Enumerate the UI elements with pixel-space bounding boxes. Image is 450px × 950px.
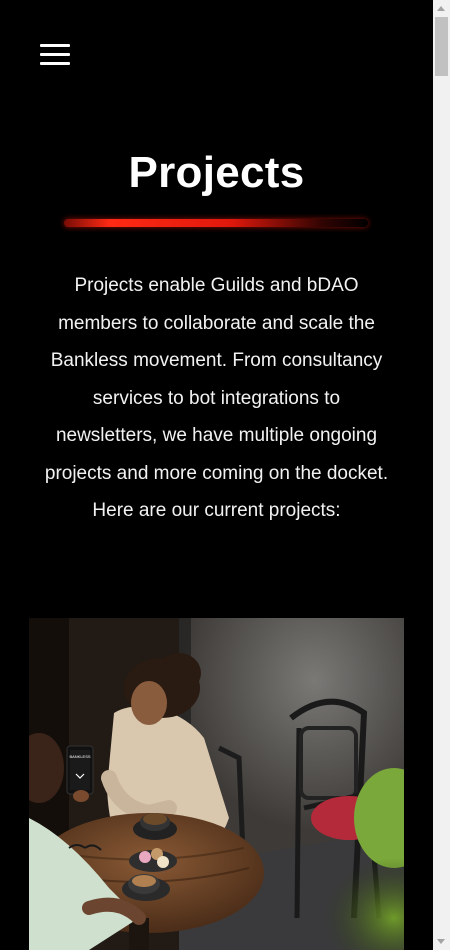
main-content: Projects Projects enable Guilds and bDAO… — [0, 0, 433, 950]
hamburger-menu-icon[interactable] — [40, 44, 70, 66]
intro-paragraph: Projects enable Guilds and bDAO members … — [44, 275, 389, 521]
menu-line — [40, 53, 70, 56]
page: Projects Projects enable Guilds and bDAO… — [0, 0, 450, 950]
projects-hero-image: BANKLESS — [29, 618, 404, 950]
phone-screen-text: BANKLESS — [69, 754, 90, 759]
title-underline — [64, 219, 368, 227]
scroll-up-arrow-icon[interactable] — [433, 0, 450, 17]
vertical-scrollbar[interactable] — [433, 0, 450, 950]
scrollbar-thumb[interactable] — [435, 17, 448, 76]
scroll-down-arrow-icon[interactable] — [433, 933, 450, 950]
menu-line — [40, 62, 70, 65]
page-title: Projects — [128, 148, 305, 197]
menu-line — [40, 44, 70, 47]
